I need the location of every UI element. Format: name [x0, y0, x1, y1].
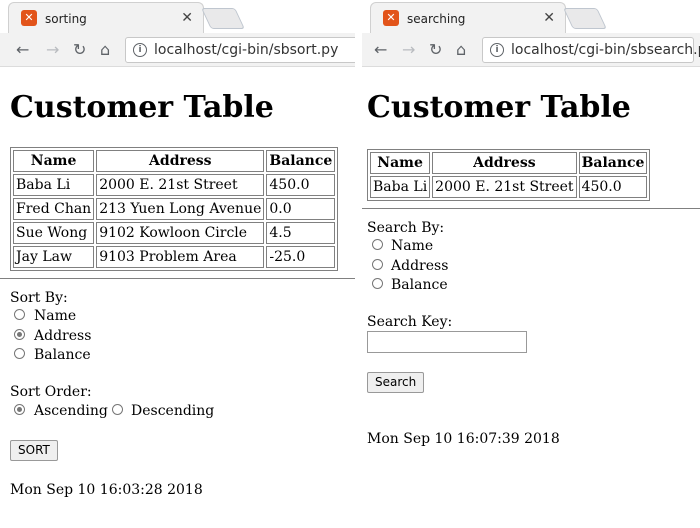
search-by-name-radio[interactable]	[372, 239, 383, 250]
sort-order-ascending-radio[interactable]	[14, 404, 25, 415]
column-header: Name	[370, 152, 431, 174]
sort-by-address-label: Address	[34, 328, 92, 344]
table-row: Sue Wong 9102 Kowloon Circle 4.5	[13, 222, 336, 244]
timestamp: Mon Sep 10 16:07:39 2018	[367, 431, 560, 447]
table-cell: Sue Wong	[13, 222, 95, 244]
customer-table: Name Address Balance Baba Li 2000 E. 21st S…	[10, 147, 339, 271]
sort-order-descending-radio[interactable]	[112, 404, 123, 415]
table-cell: 4.5	[266, 222, 336, 244]
new-tab-button[interactable]	[201, 8, 245, 29]
search-by-address-label: Address	[391, 258, 449, 274]
sort-button[interactable]: SORT	[10, 440, 58, 461]
browser-window-sorting: ✕ sorting ✕ ← → ↻ ⌂ i localhost/cgi-bin/…	[0, 0, 355, 528]
table-row: Baba Li 2000 E. 21st Street 450.0	[13, 174, 336, 196]
search-by-address-radio[interactable]	[372, 259, 383, 270]
table-header-row: Name Address Balance	[370, 152, 648, 174]
xampp-icon: ✕	[383, 10, 399, 26]
sort-order-ascending-label: Ascending	[34, 403, 108, 419]
search-key-input[interactable]	[367, 331, 527, 353]
xampp-icon: ✕	[21, 10, 37, 26]
column-header: Balance	[578, 152, 648, 174]
tab-searching[interactable]: ✕ searching ✕	[370, 2, 566, 33]
sort-by-address-radio[interactable]	[14, 329, 25, 340]
home-icon[interactable]: ⌂	[456, 41, 466, 59]
forward-arrow-icon[interactable]: →	[46, 41, 59, 59]
table-cell: Baba Li	[13, 174, 95, 196]
url-text: localhost/cgi-bin/sbsearch.py	[511, 42, 700, 58]
reload-icon[interactable]: ↻	[429, 41, 442, 59]
back-arrow-icon[interactable]: ←	[16, 41, 29, 59]
table-cell: 9102 Kowloon Circle	[96, 222, 265, 244]
customer-table: Name Address Balance Baba Li 2000 E. 21st S…	[367, 149, 651, 201]
table-row: Fred Chan 213 Yuen Long Avenue 0.0	[13, 198, 336, 220]
back-arrow-icon[interactable]: ←	[374, 41, 387, 59]
table-row: Jay Law 9103 Problem Area -25.0	[13, 246, 336, 268]
table-cell: 213 Yuen Long Avenue	[96, 198, 265, 220]
browser-toolbar: ← → ↻ ⌂ i localhost/cgi-bin/sbsearch.py	[362, 33, 700, 67]
tab-title: sorting	[45, 12, 87, 26]
column-header: Name	[13, 150, 95, 172]
info-icon[interactable]: i	[133, 43, 147, 57]
timestamp: Mon Sep 10 16:03:28 2018	[10, 482, 203, 498]
table-cell: 2000 E. 21st Street	[96, 174, 265, 196]
sort-by-balance-label: Balance	[34, 347, 91, 363]
table-cell: Jay Law	[13, 246, 95, 268]
table-cell: -25.0	[266, 246, 336, 268]
table-cell: 450.0	[266, 174, 336, 196]
home-icon[interactable]: ⌂	[100, 41, 110, 59]
sort-by-name-label: Name	[34, 308, 77, 324]
search-by-name-label: Name	[391, 238, 434, 254]
table-cell: Fred Chan	[13, 198, 95, 220]
table-cell: 0.0	[266, 198, 336, 220]
tab-strip: ✕ sorting ✕	[0, 0, 355, 33]
search-by-balance-radio[interactable]	[372, 278, 383, 289]
sort-by-balance-radio[interactable]	[14, 348, 25, 359]
sort-by-name-radio[interactable]	[14, 309, 25, 320]
tab-title: searching	[407, 12, 466, 26]
sort-by-label: Sort By:	[10, 290, 68, 306]
tab-strip: ✕ searching ✕	[362, 0, 700, 33]
column-header: Address	[432, 152, 577, 174]
address-bar[interactable]: i localhost/cgi-bin/sbsort.py	[125, 37, 355, 63]
table-header-row: Name Address Balance	[13, 150, 336, 172]
search-by-balance-label: Balance	[391, 277, 448, 293]
page-title: Customer Table	[10, 90, 274, 125]
url-text: localhost/cgi-bin/sbsort.py	[154, 42, 339, 58]
browser-toolbar: ← → ↻ ⌂ i localhost/cgi-bin/sbsort.py	[0, 33, 355, 67]
table-row: Baba Li 2000 E. 21st Street 450.0	[370, 176, 648, 198]
browser-window-searching: ✕ searching ✕ ← → ↻ ⌂ i localhost/cgi-bi…	[362, 0, 700, 528]
info-icon[interactable]: i	[490, 43, 504, 57]
search-button[interactable]: Search	[367, 372, 425, 393]
close-icon[interactable]: ✕	[181, 9, 193, 27]
page-title: Customer Table	[367, 90, 631, 125]
column-header: Balance	[266, 150, 336, 172]
sort-order-label: Sort Order:	[10, 384, 92, 400]
table-cell: 9103 Problem Area	[96, 246, 265, 268]
table-cell: 2000 E. 21st Street	[432, 176, 577, 198]
tab-sorting[interactable]: ✕ sorting ✕	[8, 2, 204, 33]
table-cell: Baba Li	[370, 176, 431, 198]
search-key-label: Search Key:	[367, 314, 453, 330]
search-by-label: Search By:	[367, 220, 445, 236]
divider	[362, 208, 700, 209]
close-icon[interactable]: ✕	[543, 9, 555, 27]
table-cell: 450.0	[578, 176, 648, 198]
divider	[0, 278, 355, 279]
new-tab-button[interactable]	[563, 8, 607, 29]
forward-arrow-icon[interactable]: →	[402, 41, 415, 59]
sort-order-descending-label: Descending	[131, 403, 215, 419]
address-bar[interactable]: i localhost/cgi-bin/sbsearch.py	[482, 37, 700, 63]
column-header: Address	[96, 150, 265, 172]
reload-icon[interactable]: ↻	[73, 41, 86, 59]
